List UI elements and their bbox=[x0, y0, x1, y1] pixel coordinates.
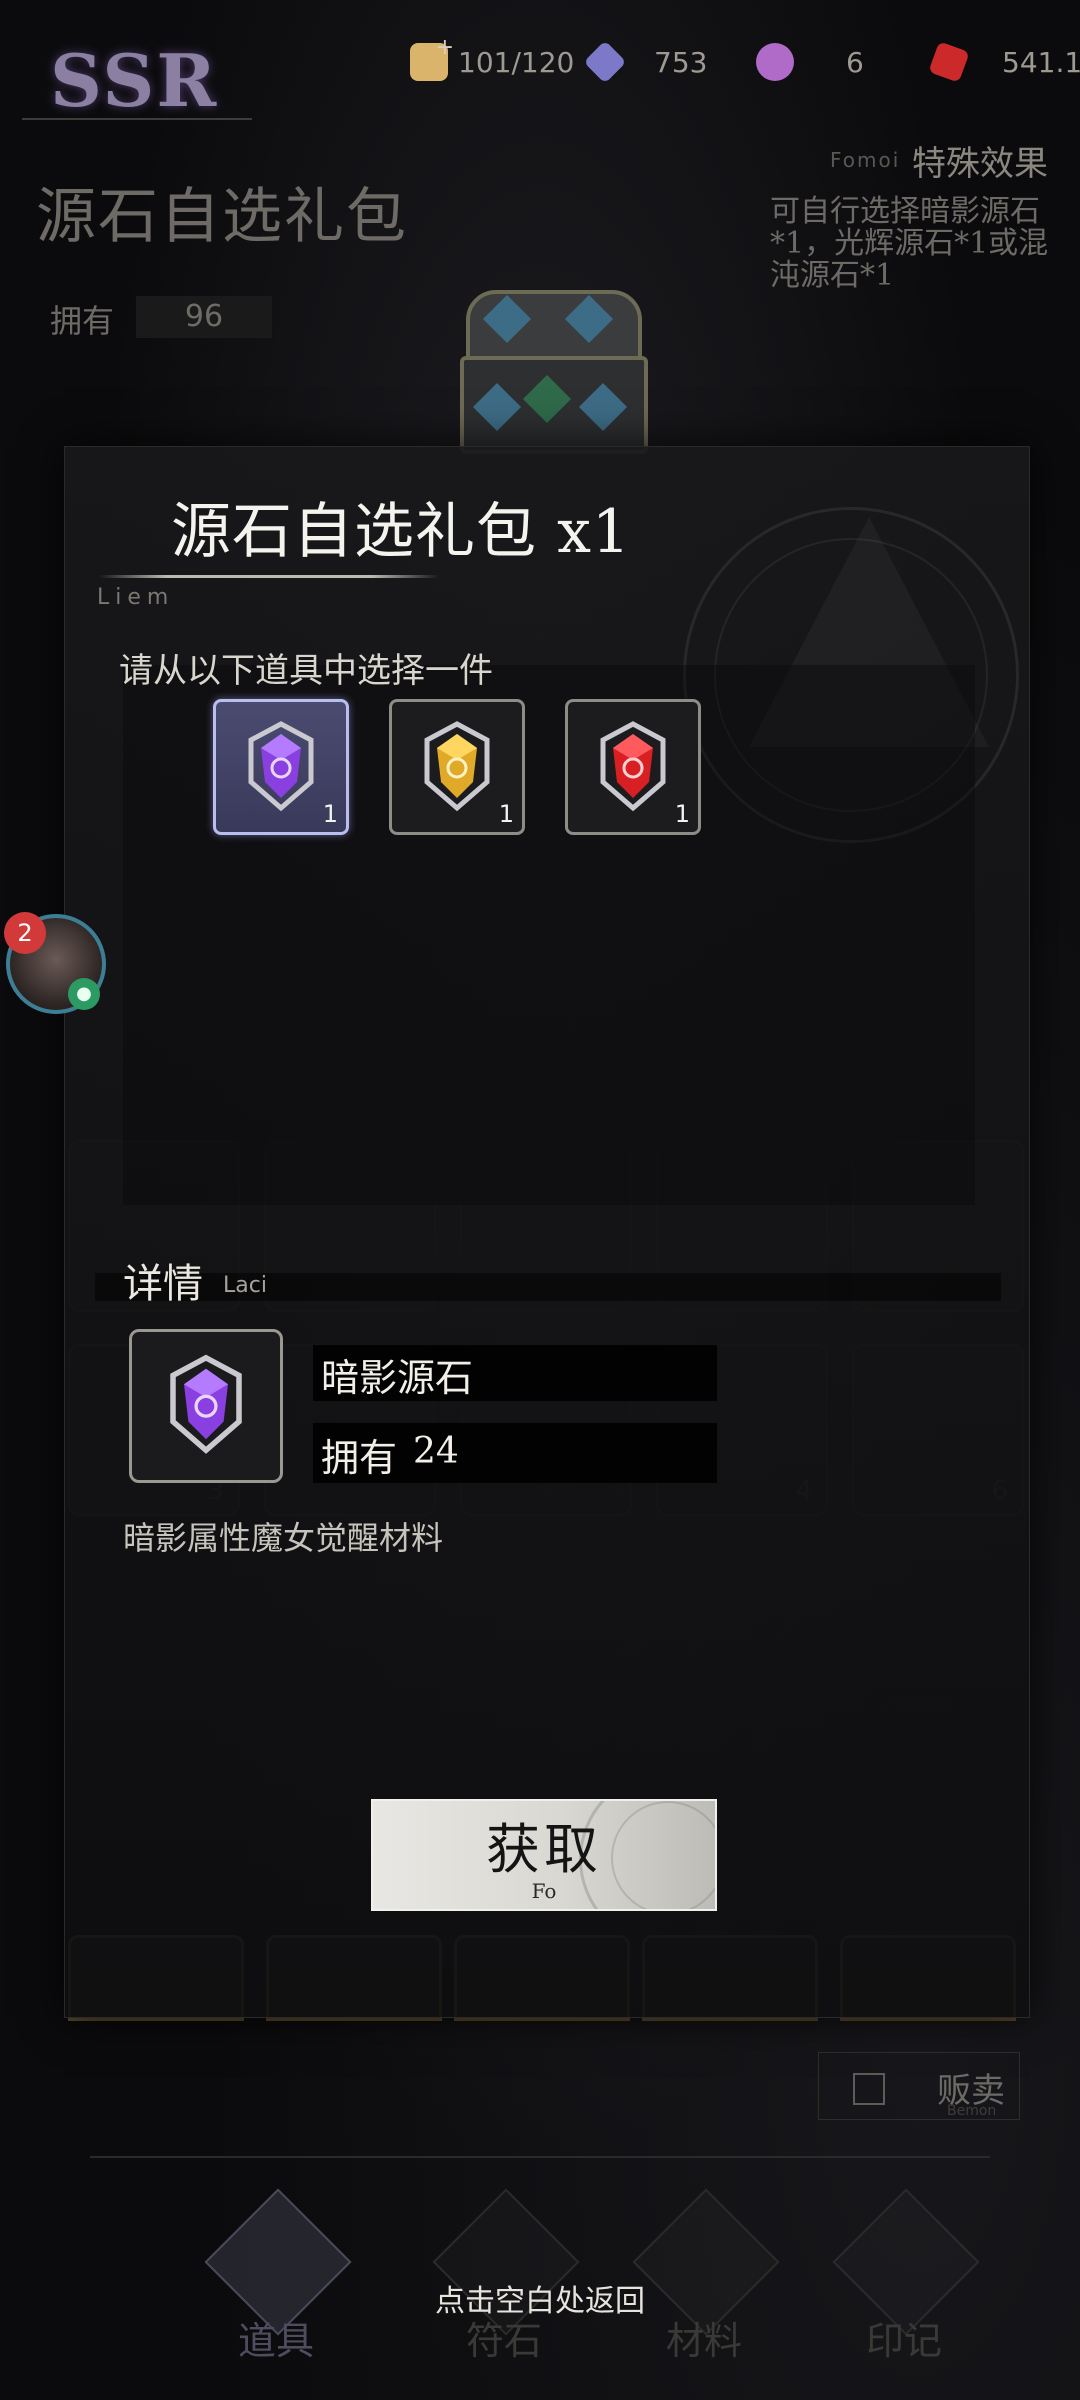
select-prompt: 请从以下道具中选择一件 bbox=[119, 651, 493, 691]
option-shadow-source-stone[interactable]: 1 bbox=[213, 699, 349, 835]
detail-item-icon bbox=[129, 1329, 283, 1483]
notification-badge: 2 bbox=[4, 912, 46, 954]
modal-title: 源石自选礼包 x1 bbox=[171, 497, 632, 567]
effect-tag: Fomoi bbox=[830, 148, 901, 172]
treasure-chest-icon bbox=[460, 282, 648, 454]
mic-icon[interactable]: ● bbox=[68, 978, 100, 1010]
rarity-underline bbox=[22, 118, 252, 120]
currency-red-gem-value: 541.1K bbox=[1002, 45, 1080, 79]
obtain-button[interactable]: 获取 Fo bbox=[371, 1799, 717, 1911]
detail-label: 详情 bbox=[123, 1261, 203, 1307]
detail-own-label: 拥有 bbox=[321, 1436, 398, 1480]
shadow-source-stone-icon bbox=[248, 721, 314, 812]
detail-own-value: 24 bbox=[413, 1431, 459, 1472]
red-gem-icon bbox=[928, 41, 970, 83]
obtain-button-label: 获取 bbox=[486, 1818, 602, 1881]
purple-crystal-icon bbox=[583, 40, 627, 84]
obtain-button-sublabel: Fo bbox=[531, 1879, 557, 1903]
detail-label-sub: Laci bbox=[223, 1273, 267, 1298]
option-chaos-source-stone[interactable]: 1 bbox=[565, 699, 701, 835]
violet-gem-icon bbox=[756, 43, 794, 81]
tap-blank-to-return-hint[interactable]: 点击空白处返回 bbox=[0, 2276, 1080, 2320]
currency-purple-crystal-value: 753 bbox=[654, 45, 708, 79]
stamina-scroll-icon: + bbox=[410, 35, 454, 81]
sell-sublabel: Bemon bbox=[947, 2103, 997, 2119]
bottom-divider bbox=[90, 2156, 990, 2158]
chaos-source-stone-icon bbox=[600, 721, 666, 812]
option-radiant-source-stone[interactable]: 1 bbox=[389, 699, 525, 835]
currency-violet-gem-value: 6 bbox=[846, 45, 864, 79]
sell-checkbox[interactable] bbox=[853, 2073, 885, 2105]
effect-title: 特殊效果 bbox=[912, 144, 1048, 184]
selection-pack-modal: 源石自选礼包 x1 Liem 请从以下道具中选择一件 1 1 1 详情 Laci… bbox=[64, 446, 1030, 2018]
shadow-source-stone-icon bbox=[170, 1354, 242, 1454]
option-count: 1 bbox=[674, 800, 690, 828]
detail-description: 暗影属性魔女觉醒材料 bbox=[123, 1519, 444, 1557]
background-own-value: 96 bbox=[136, 296, 272, 338]
currency-stamina-value: 101/120 bbox=[458, 45, 575, 79]
background-own-label: 拥有 bbox=[50, 302, 115, 340]
rarity-label: SSR bbox=[50, 38, 219, 123]
currency-red-gem[interactable]: 541.1K bbox=[928, 38, 1080, 86]
option-count: 1 bbox=[322, 800, 338, 828]
detail-item-name: 暗影源石 bbox=[321, 1356, 474, 1400]
currency-stamina[interactable]: + 101/120 bbox=[410, 35, 575, 86]
option-count: 1 bbox=[498, 800, 514, 828]
radiant-source-stone-icon bbox=[424, 721, 490, 812]
modal-title-underline bbox=[99, 575, 439, 578]
modal-title-sub: Liem bbox=[97, 585, 175, 610]
currency-purple-crystal[interactable]: 753 bbox=[583, 38, 708, 86]
background-item-title: 源石自选礼包 bbox=[36, 182, 408, 252]
sell-toggle[interactable]: 贩卖 Bemon bbox=[818, 2052, 1020, 2120]
currency-violet-gem[interactable]: 6 bbox=[756, 38, 864, 86]
currency-bar: + 101/120 753 6 541.1K bbox=[410, 35, 1080, 86]
effect-description: 可自行选择暗影源石*1，光辉源石*1或混沌源石*1 bbox=[770, 194, 1049, 293]
